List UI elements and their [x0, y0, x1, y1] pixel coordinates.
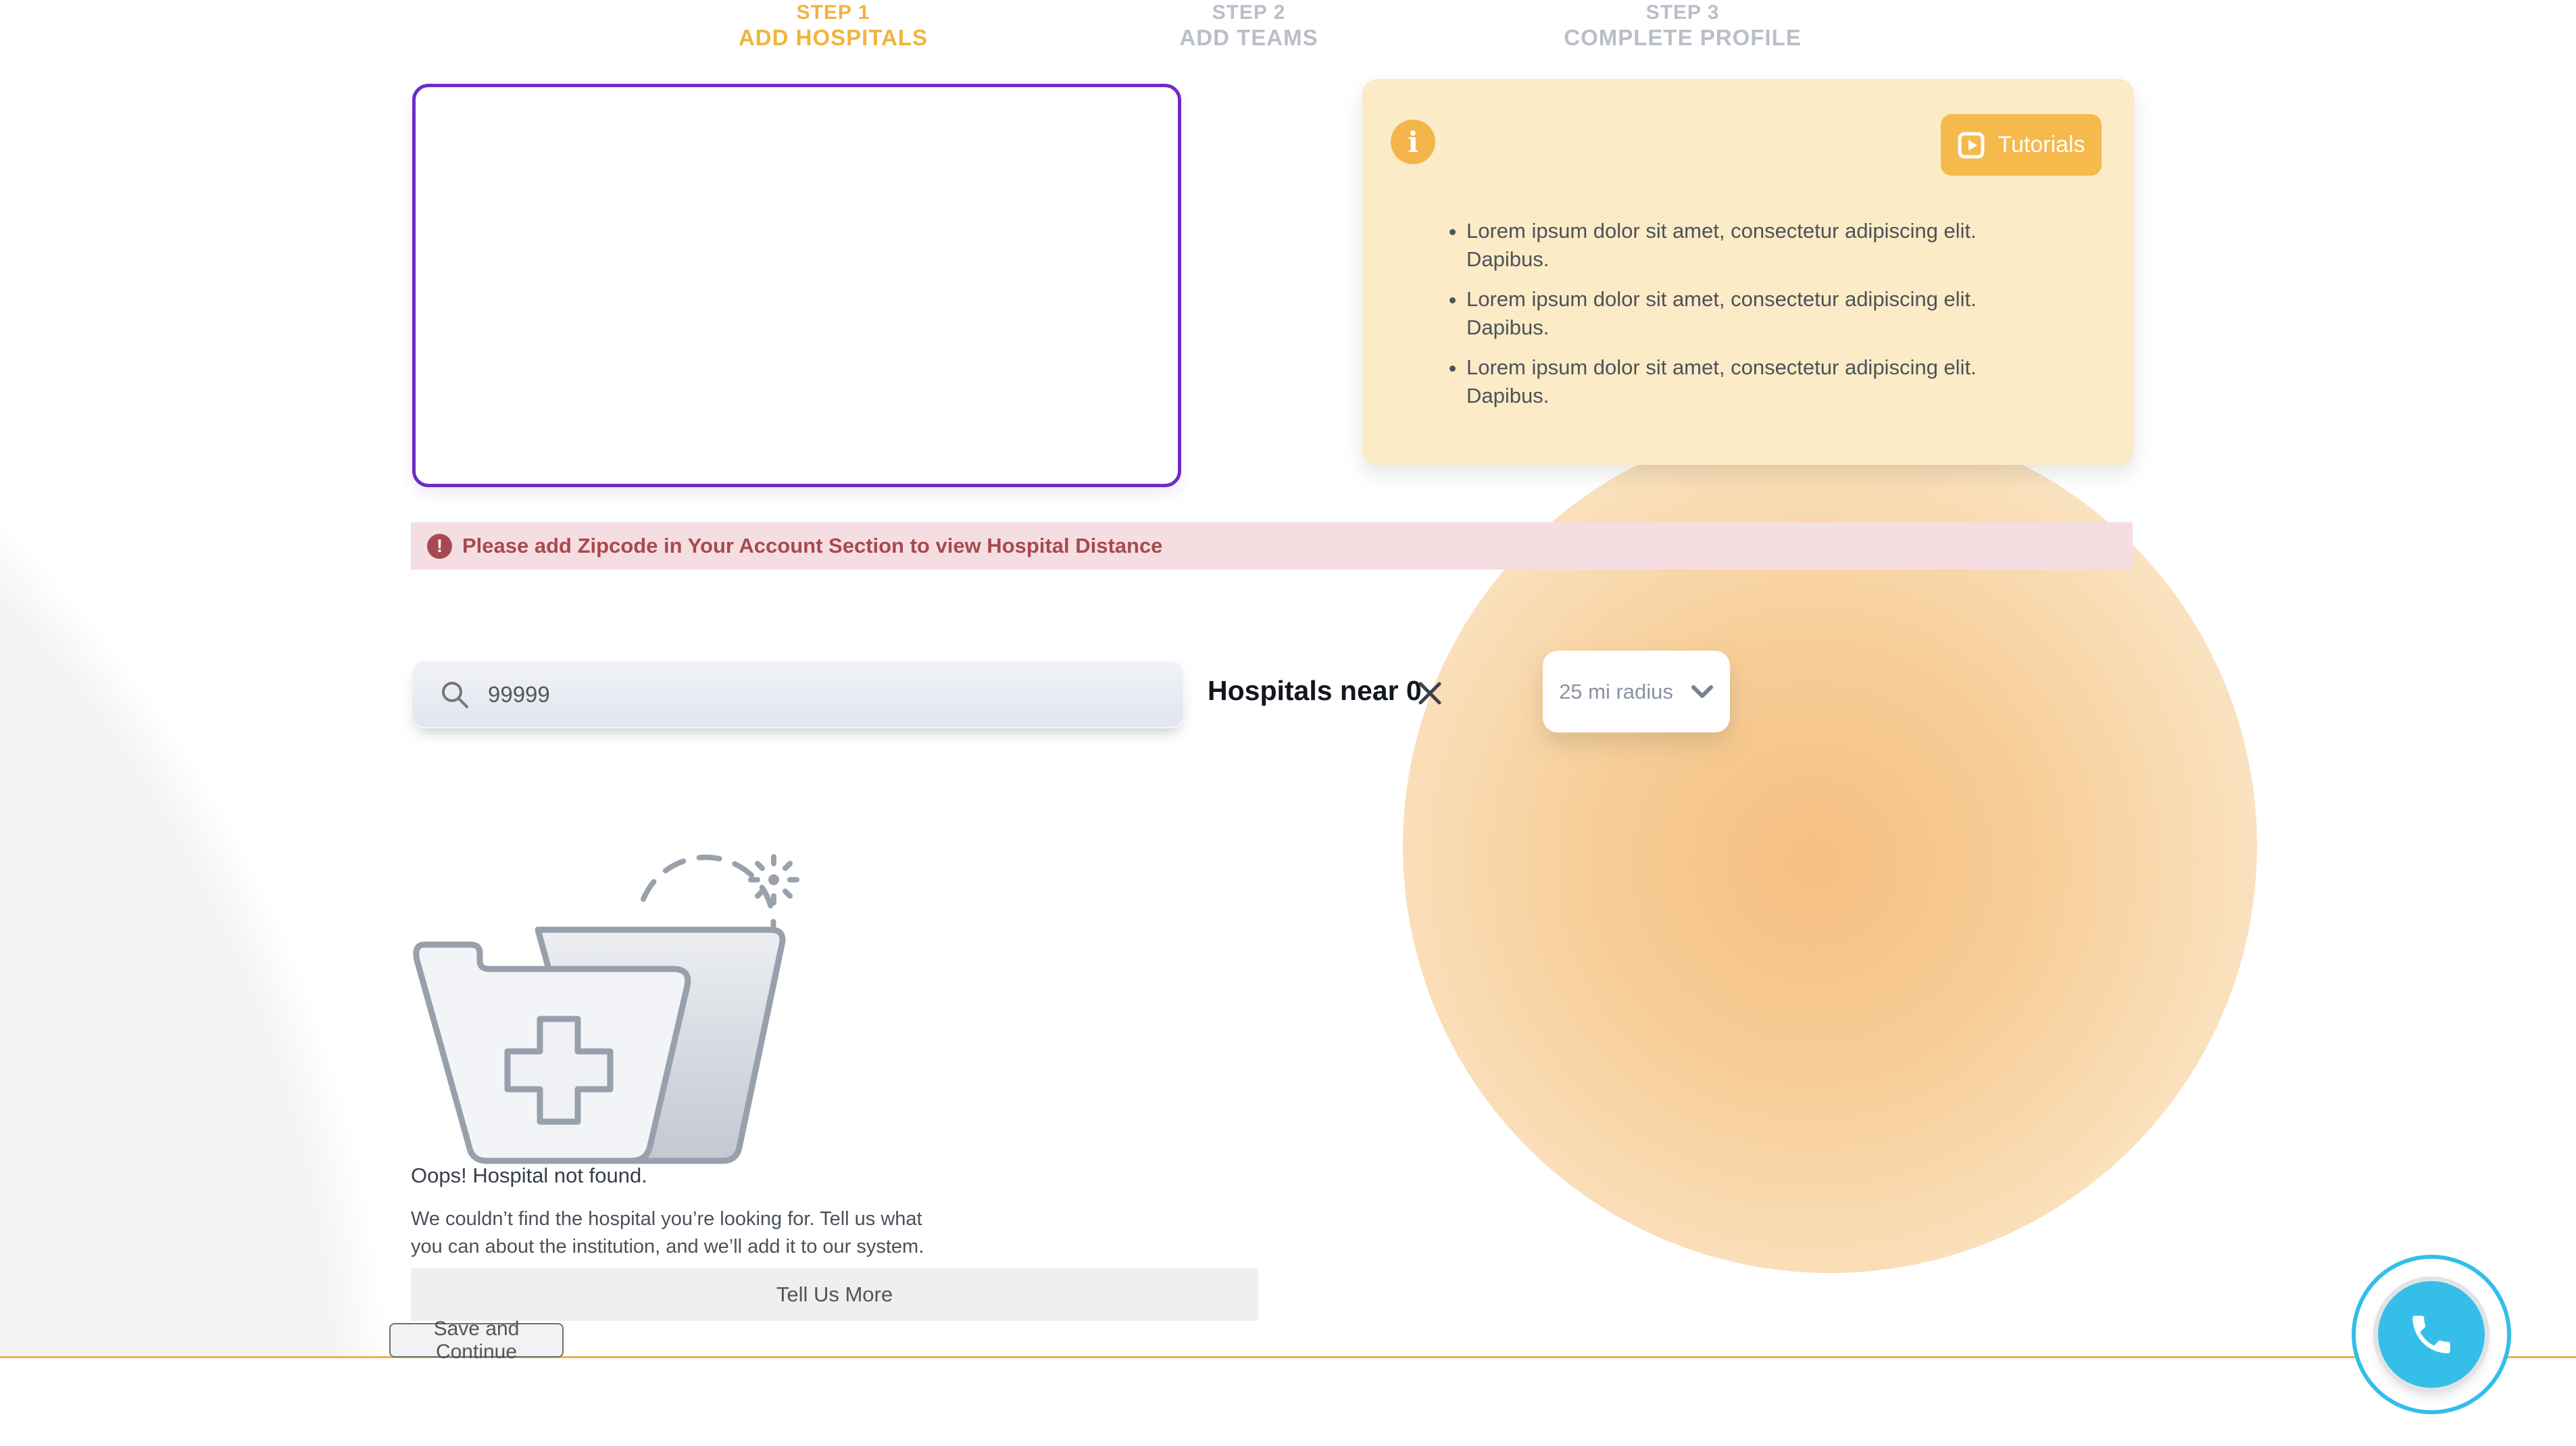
tell-us-more-button[interactable]: Tell Us More: [411, 1268, 1258, 1321]
step-label: COMPLETE PROFILE: [1564, 24, 1802, 51]
save-and-continue-button[interactable]: Save and Continue: [389, 1323, 564, 1357]
step-number: STEP 1: [739, 1, 928, 24]
step-label: ADD HOSPITALS: [739, 24, 928, 51]
radius-dropdown[interactable]: 25 mi radius: [1543, 651, 1730, 732]
empty-state-title: Oops! Hospital not found.: [411, 1164, 647, 1188]
phone-button-circle: [2378, 1281, 2485, 1388]
footer-divider: [0, 1356, 2576, 1358]
info-bullet: Lorem ipsum dolor sit amet, consectetur …: [1466, 353, 2021, 410]
info-bullet: Lorem ipsum dolor sit amet, consectetur …: [1466, 217, 2021, 274]
warning-text: Please add Zipcode in Your Account Secti…: [462, 534, 1162, 558]
results-label: Hospitals near 0: [1208, 675, 1422, 707]
info-icon: i: [1391, 120, 1435, 164]
empty-state-text-line2: you can about the institution, and we’ll…: [411, 1233, 924, 1261]
zipcode-warning-banner: ! Please add Zipcode in Your Account Sec…: [411, 522, 2133, 570]
phone-icon: [2406, 1310, 2456, 1360]
gray-decor-circle: [0, 157, 392, 1356]
highlighted-panel: [412, 84, 1181, 487]
step-number: STEP 2: [1179, 1, 1318, 24]
search-icon: [439, 679, 470, 710]
stepper-step-2[interactable]: STEP 2 ADD TEAMS: [1179, 1, 1318, 51]
onboarding-page: STEP 1 ADD HOSPITALS STEP 2 ADD TEAMS ST…: [0, 0, 2576, 1446]
info-bullet: Lorem ipsum dolor sit amet, consectetur …: [1466, 285, 2021, 342]
empty-folder-illustration: [405, 804, 824, 1169]
stepper-step-1[interactable]: STEP 1 ADD HOSPITALS: [739, 1, 928, 51]
video-play-icon: [1957, 131, 1985, 159]
clear-search-button[interactable]: [1415, 678, 1445, 708]
hospital-search-box[interactable]: [411, 660, 1185, 728]
stepper-step-3[interactable]: STEP 3 COMPLETE PROFILE: [1564, 1, 1802, 51]
close-icon: [1415, 678, 1445, 708]
radius-dropdown-value: 25 mi radius: [1559, 680, 1673, 704]
info-bullet-list: Lorem ipsum dolor sit amet, consectetur …: [1446, 217, 2021, 422]
search-input[interactable]: [488, 682, 1096, 707]
step-number: STEP 3: [1564, 1, 1802, 24]
alert-icon: !: [427, 534, 452, 559]
step-label: ADD TEAMS: [1179, 24, 1318, 51]
sparkle-icon: [751, 857, 797, 903]
info-card: i Tutorials Lorem ipsum dolor sit amet, …: [1362, 79, 2134, 465]
tutorials-button[interactable]: Tutorials: [1941, 114, 2102, 176]
call-support-button[interactable]: [2352, 1255, 2511, 1414]
empty-state-text-line1: We couldn’t find the hospital you’re loo…: [411, 1205, 922, 1233]
tutorials-button-label: Tutorials: [1998, 132, 2085, 158]
chevron-down-icon: [1691, 684, 1714, 699]
